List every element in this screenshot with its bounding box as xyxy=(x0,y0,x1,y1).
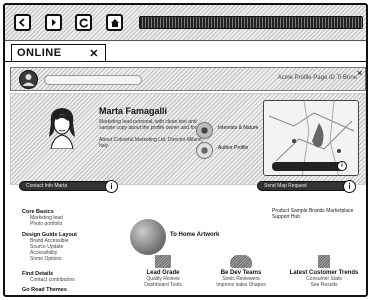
reload-icon xyxy=(79,18,88,27)
column-line: Dashboard Tools xyxy=(144,282,182,288)
tab-label: ONLINE xyxy=(17,47,62,59)
sidebar-section[interactable]: Core Basics Marketing lead Photo portfol… xyxy=(22,209,102,227)
banner-text: Acme Profile Page ID Ti Bone xyxy=(277,75,357,81)
info-icon[interactable]: i xyxy=(105,180,118,193)
feature-column[interactable]: Be Dev Teams Sonic Reviewers Improve sal… xyxy=(206,255,276,288)
forward-button[interactable] xyxy=(45,14,62,31)
feature-column[interactable]: Latest Customer Trends Consumer Stats Se… xyxy=(282,255,366,288)
back-button[interactable] xyxy=(14,14,31,31)
search-input[interactable] xyxy=(44,75,142,85)
reload-button[interactable] xyxy=(75,14,92,31)
close-icon[interactable]: ✕ xyxy=(89,47,99,60)
profile-name: Marta Famagalli xyxy=(99,106,168,116)
browser-window: ONLINE ✕ Acme Profile Page ID Ti Bone ✕ … xyxy=(3,3,368,297)
profile-photo xyxy=(49,108,75,149)
user-icon xyxy=(22,74,35,86)
close-icon[interactable]: ✕ xyxy=(356,69,363,78)
feature-column[interactable]: Lead Grade Quality Review Dashboard Tool… xyxy=(128,255,198,288)
browser-toolbar xyxy=(5,5,366,41)
globe-icon xyxy=(130,219,166,255)
profile-contact: About Colourful Marketing Ltd, Director … xyxy=(99,137,203,149)
map-button[interactable]: i xyxy=(272,161,347,171)
forward-icon xyxy=(52,19,56,26)
cloud-icon xyxy=(230,255,252,268)
tab-online[interactable]: ONLINE ✕ xyxy=(11,44,106,62)
profile-card: Marta Famagalli Marketing lead personal,… xyxy=(10,93,366,185)
map-request-bar[interactable]: Send Map Request i xyxy=(257,180,356,193)
page-banner: Acme Profile Page ID Ti Bone ✕ xyxy=(10,67,366,91)
section-item[interactable]: Contact contributors xyxy=(22,277,102,283)
column-line: Improve sales Shapes xyxy=(216,282,266,288)
speech-bubble-icon xyxy=(155,255,171,268)
section-item[interactable]: Some Options xyxy=(22,256,102,262)
feature-label[interactable]: To Home Artwork xyxy=(170,232,219,238)
main-caption: Product Sample Brands Marketplace Suppor… xyxy=(272,208,354,220)
profile-bio: Marketing lead personal, with clean text… xyxy=(99,119,204,131)
map-request-label: Send Map Request xyxy=(264,183,307,189)
sidebar-section[interactable]: Find Details Contact contributors xyxy=(22,271,102,283)
section-item[interactable]: Photo portfolio xyxy=(22,221,102,227)
sidebar-section[interactable]: Go Read Themes xyxy=(22,287,102,293)
info-icon[interactable]: i xyxy=(343,180,356,193)
badge-label: Author Profile xyxy=(218,145,249,151)
location-map[interactable]: i xyxy=(263,100,359,176)
contact-bar[interactable]: Contact Info Marta i xyxy=(19,180,118,193)
column-line: See Results xyxy=(310,282,338,288)
info-icon: i xyxy=(337,161,347,171)
back-icon xyxy=(18,18,25,27)
home-icon xyxy=(110,18,119,27)
lower-content: Core Basics Marketing lead Photo portfol… xyxy=(10,199,366,295)
badge-label: Interests & Nature xyxy=(218,125,259,131)
home-button[interactable] xyxy=(106,14,123,31)
badge-icon xyxy=(196,122,213,139)
sidebar-section[interactable]: Design Guide Layout Brand Accessible Sou… xyxy=(22,232,102,262)
profile-details: Marta Famagalli Marketing lead personal,… xyxy=(99,106,209,149)
contact-bar-label: Contact Info Marta xyxy=(26,183,68,189)
chart-icon xyxy=(318,255,330,268)
section-title: Go Read Themes xyxy=(22,287,67,293)
badge-icon xyxy=(196,142,213,159)
interest-badge[interactable]: Interests & Nature xyxy=(196,122,266,140)
avatar[interactable] xyxy=(19,70,38,89)
tab-divider xyxy=(5,61,366,62)
address-bar[interactable] xyxy=(139,16,363,29)
author-badge[interactable]: Author Profile xyxy=(196,142,266,160)
